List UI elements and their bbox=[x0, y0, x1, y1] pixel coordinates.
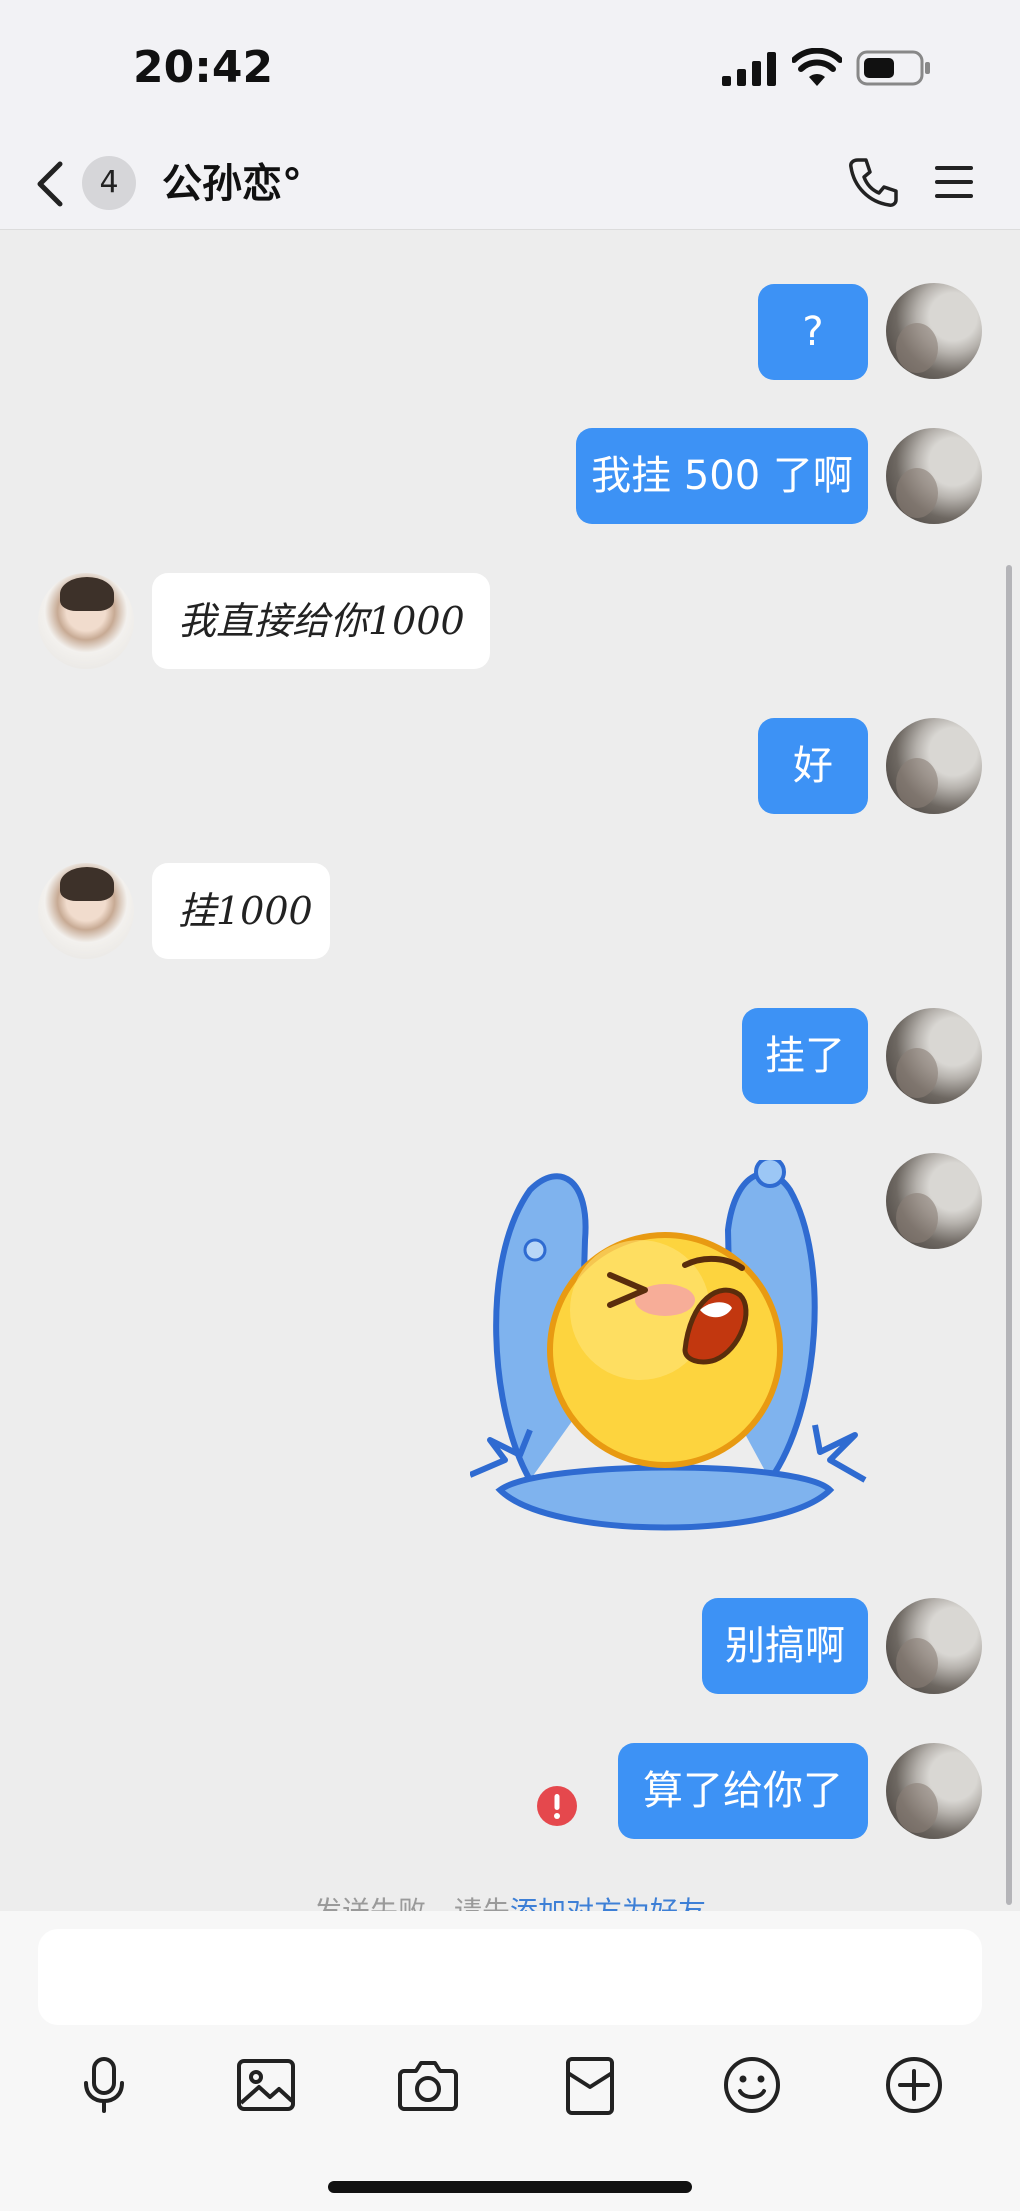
camera-icon[interactable] bbox=[396, 2053, 460, 2117]
message-bubble[interactable]: 好 bbox=[758, 718, 868, 814]
plus-icon[interactable] bbox=[882, 2053, 946, 2117]
message-bubble[interactable]: 算了给你了 bbox=[618, 1743, 868, 1839]
send-failed-icon[interactable] bbox=[536, 1785, 578, 1827]
home-indicator[interactable] bbox=[328, 2181, 692, 2193]
my-avatar[interactable] bbox=[886, 1153, 982, 1249]
emoji-icon[interactable] bbox=[720, 2053, 784, 2117]
my-avatar[interactable] bbox=[886, 1008, 982, 1104]
scrollbar[interactable] bbox=[1006, 565, 1012, 1905]
status-time: 20:42 bbox=[133, 42, 274, 93]
my-avatar[interactable] bbox=[886, 1743, 982, 1839]
back-chevron-icon[interactable] bbox=[30, 154, 70, 214]
message-bubble[interactable]: 挂了 bbox=[742, 1008, 868, 1104]
message-list[interactable]: ? 我挂 500 了啊 我直接给你1000 好 挂1000 挂了 别搞啊 算了给… bbox=[0, 231, 1020, 1911]
my-avatar[interactable] bbox=[886, 283, 982, 379]
my-avatar[interactable] bbox=[886, 718, 982, 814]
message-bubble[interactable]: ? bbox=[758, 284, 868, 380]
image-icon[interactable] bbox=[234, 2053, 298, 2117]
message-bubble[interactable]: 挂1000 bbox=[152, 863, 330, 959]
my-avatar[interactable] bbox=[886, 1598, 982, 1694]
mic-icon[interactable] bbox=[72, 2053, 136, 2117]
red-packet-icon[interactable] bbox=[558, 2053, 622, 2117]
contact-avatar[interactable] bbox=[38, 863, 134, 959]
phone-icon[interactable] bbox=[848, 156, 898, 208]
my-avatar[interactable] bbox=[886, 428, 982, 524]
menu-icon[interactable] bbox=[934, 162, 974, 202]
message-bubble[interactable]: 我直接给你1000 bbox=[152, 573, 490, 669]
status-bar: 20:42 bbox=[0, 0, 1020, 140]
battery-icon bbox=[856, 50, 930, 86]
message-input[interactable] bbox=[38, 1929, 982, 2025]
chat-title[interactable]: 公孙恋° bbox=[162, 154, 302, 214]
unread-badge[interactable]: 4 bbox=[82, 156, 136, 210]
message-bubble[interactable]: 别搞啊 bbox=[702, 1598, 868, 1694]
wifi-icon bbox=[792, 48, 842, 86]
contact-avatar[interactable] bbox=[38, 573, 134, 669]
crying-emoji-sticker[interactable] bbox=[470, 1160, 870, 1540]
signal-icon bbox=[722, 52, 776, 86]
message-bubble[interactable]: 我挂 500 了啊 bbox=[576, 428, 868, 524]
composer bbox=[0, 1911, 1020, 2211]
chat-header: 4 公孙恋° bbox=[0, 140, 1020, 230]
